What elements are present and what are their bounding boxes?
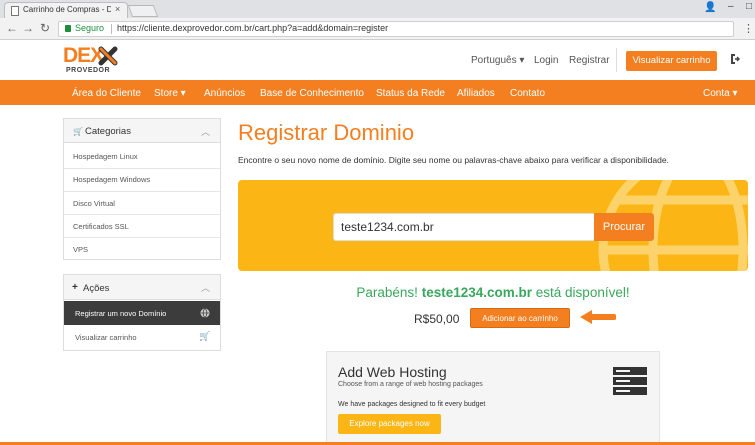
browser-menu-icon[interactable]: ⋮	[743, 22, 754, 35]
categories-title: Categorias	[85, 126, 131, 137]
nav-knowledgebase[interactable]: Base de Conhecimento	[260, 88, 364, 99]
available-domain: teste1234.com.br	[421, 285, 533, 300]
category-item[interactable]: Disco Virtual	[73, 199, 115, 208]
globe-icon	[200, 308, 210, 318]
divider	[64, 191, 220, 192]
cart-icon: 🛒	[73, 127, 83, 136]
login-link[interactable]: Login	[534, 55, 558, 66]
page-title: Registrar Dominio	[238, 120, 415, 145]
tab-title: Carrinho de Compras - D	[23, 5, 111, 14]
logo-x-icon	[98, 46, 118, 66]
domain-search-input[interactable]	[341, 218, 586, 236]
hosting-title: Add Web Hosting	[338, 364, 447, 380]
lock-icon	[65, 25, 71, 32]
hosting-note: We have packages designed to fit every b…	[338, 401, 486, 408]
category-item[interactable]: Certificados SSL	[73, 222, 129, 231]
register-link[interactable]: Registrar	[569, 55, 610, 66]
maximize-icon[interactable]: □	[746, 1, 752, 12]
sidebar-item-label[interactable]: Visualizar carrinho	[75, 333, 137, 342]
browser-toolbar: ← → ↻ Seguro https://cliente.dexprovedor…	[0, 18, 755, 40]
server-icon	[613, 367, 647, 395]
reload-icon[interactable]: ↻	[40, 21, 50, 35]
divider	[64, 237, 220, 238]
address-bar[interactable]: Seguro https://cliente.dexprovedor.com.b…	[58, 21, 734, 37]
chevron-up-icon[interactable]: ︿	[201, 281, 210, 294]
cart-icon: 🛒	[199, 331, 211, 341]
nav-announcements[interactable]: Anúncios	[204, 88, 245, 99]
logout-icon[interactable]	[729, 53, 741, 65]
explore-packages-button[interactable]: Explore packages now	[338, 414, 441, 434]
category-item[interactable]: Hospedagem Windows	[73, 175, 150, 184]
add-to-cart-button[interactable]: Adicionar ao carrinho	[470, 308, 570, 328]
arrow-left-icon	[580, 310, 616, 324]
url-text: https://cliente.dexprovedor.com.br/cart.…	[117, 23, 389, 33]
back-arrow-icon[interactable]: ←	[6, 21, 18, 35]
header-divider	[616, 48, 617, 72]
plus-icon: +	[72, 282, 78, 293]
category-item[interactable]: VPS	[73, 245, 88, 254]
profile-icon[interactable]: 👤	[704, 2, 716, 13]
divider	[64, 168, 220, 169]
page-description: Encontre o seu novo nome de domínio. Dig…	[238, 155, 669, 165]
address-separator	[111, 24, 112, 34]
category-item[interactable]: Hospedagem Linux	[73, 152, 138, 161]
sidebar-item-label: Registrar um novo Domínio	[75, 309, 167, 318]
domain-price: R$50,00	[414, 312, 460, 326]
tab-close-icon[interactable]: ×	[115, 4, 120, 14]
search-button[interactable]: Procurar	[594, 213, 654, 241]
nav-client-area[interactable]: Área do Cliente	[72, 88, 141, 99]
nav-store[interactable]: Store ▾	[154, 88, 186, 99]
divider	[64, 214, 220, 215]
hosting-subtitle: Choose from a range of web hosting packa…	[338, 381, 483, 388]
logo-subtitle: PROVEDOR	[66, 67, 111, 74]
actions-title: Ações	[83, 283, 110, 294]
nav-account[interactable]: Conta ▾	[703, 88, 737, 99]
forward-arrow-icon[interactable]: →	[22, 21, 34, 35]
nav-contact[interactable]: Contato	[510, 88, 545, 99]
secure-label: Seguro	[75, 23, 105, 33]
availability-prefix: Parabéns!	[356, 285, 418, 300]
chevron-up-icon[interactable]: ︿	[201, 125, 210, 138]
browser-tab[interactable]: Carrinho de Compras - D ×	[4, 2, 128, 18]
page-icon	[11, 6, 19, 16]
language-dropdown[interactable]: Português ▾	[471, 55, 524, 66]
minimize-icon[interactable]: –	[728, 1, 734, 12]
view-cart-button[interactable]: Visualizar carrinho	[626, 51, 717, 71]
new-tab-button[interactable]	[127, 5, 159, 17]
availability-message: Parabéns! teste1234.com.br está disponív…	[238, 285, 748, 300]
nav-affiliates[interactable]: Afiliados	[457, 88, 495, 99]
availability-suffix: está disponível!	[535, 285, 630, 300]
nav-network-status[interactable]: Status da Rede	[376, 88, 445, 99]
